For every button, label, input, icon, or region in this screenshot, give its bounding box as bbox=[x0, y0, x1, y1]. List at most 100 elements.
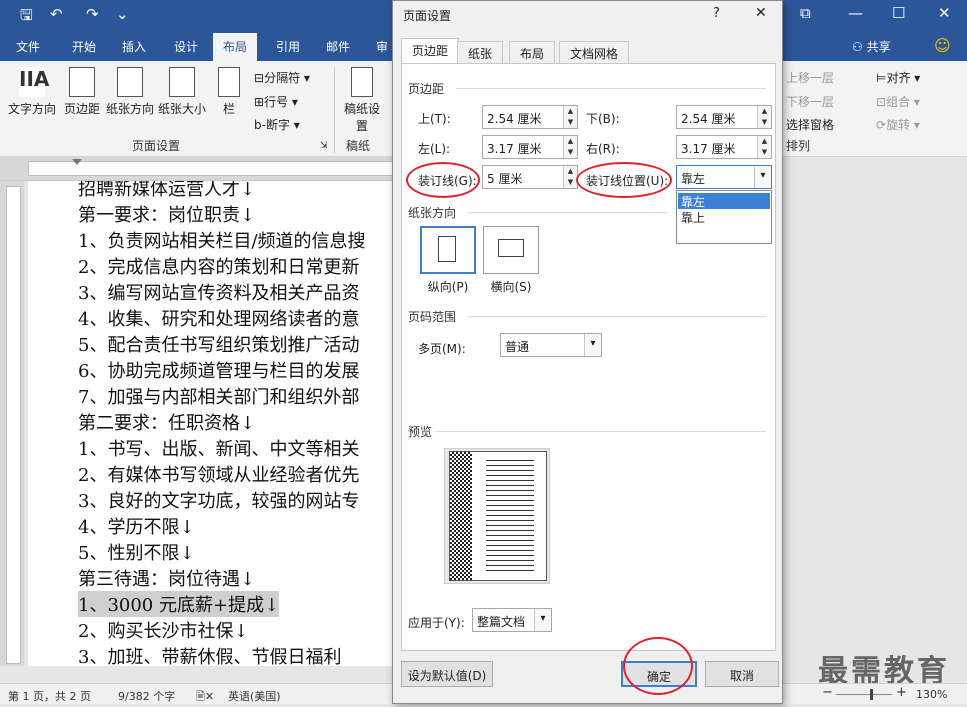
doc-line: 1、书写、出版、新闻、中文等相关 bbox=[78, 439, 360, 460]
set-default-button[interactable]: 设为默认值(D) bbox=[401, 661, 493, 687]
dialog-close-button[interactable]: ✕ bbox=[755, 5, 767, 21]
columns-button[interactable]: 栏 bbox=[214, 67, 244, 117]
redo-icon[interactable]: ↷ bbox=[86, 5, 99, 23]
top-label: 上(T): bbox=[418, 112, 451, 126]
proofing-icon[interactable]: 🗎✕ bbox=[196, 688, 214, 707]
tab-references[interactable]: 引用 bbox=[276, 38, 300, 55]
right-margin-input[interactable]: 3.17 厘米 ▲ ▼ bbox=[676, 135, 772, 159]
smiley-icon[interactable]: ☺ bbox=[934, 36, 951, 55]
align-button[interactable]: ⊨对齐 ▾ bbox=[876, 69, 920, 86]
apply-to-select[interactable]: 整篇文档 ▾ bbox=[472, 608, 552, 632]
vertical-ruler-track bbox=[6, 186, 21, 664]
gutter-pattern bbox=[450, 452, 472, 580]
workspace-background bbox=[780, 157, 967, 683]
top-margin-input[interactable]: 2.54 厘米 ▲ ▼ bbox=[482, 105, 578, 129]
text-direction-button[interactable]: IIA 文字方向 bbox=[6, 67, 58, 117]
breaks-button[interactable]: ⊟分隔符 ▾ bbox=[254, 69, 310, 86]
tab-margins[interactable]: 页边距 bbox=[401, 38, 460, 64]
tab-layout[interactable]: 布局 bbox=[213, 33, 258, 61]
page-count[interactable]: 第 1 页，共 2 页 bbox=[8, 688, 91, 704]
ruler-track bbox=[28, 161, 398, 176]
zoom-slider-thumb[interactable] bbox=[869, 689, 873, 700]
dropdown-option-top[interactable]: 靠上 bbox=[678, 209, 770, 225]
doc-line: 1、负责网站相关栏目/频道的信息搜 bbox=[78, 231, 366, 252]
maximize-button[interactable]: ☐ bbox=[892, 4, 905, 22]
tab-file[interactable]: 文件 bbox=[16, 38, 40, 55]
doc-line: 4、收集、研究和处理网络读者的意 bbox=[78, 309, 360, 330]
tab-design[interactable]: 设计 bbox=[174, 38, 198, 55]
rotate-icon: ⟳ bbox=[876, 118, 887, 132]
tab-home[interactable]: 开始 bbox=[72, 38, 96, 55]
group-button[interactable]: ⊡组合 ▾ bbox=[876, 93, 920, 110]
bring-forward-button[interactable]: 上移一层 bbox=[786, 69, 834, 86]
landscape-button[interactable]: 横向(S) bbox=[468, 226, 554, 308]
gutter-position-dropdown: 靠左 靠上 bbox=[676, 190, 772, 244]
send-backward-button[interactable]: 下移一层 bbox=[786, 93, 834, 110]
undo-icon[interactable]: ↶ bbox=[50, 5, 63, 23]
orientation-button[interactable]: 纸张方向 bbox=[104, 67, 156, 117]
spinner-arrows-icon[interactable]: ▲ ▼ bbox=[757, 106, 771, 128]
chevron-down-icon[interactable]: ▾ bbox=[534, 609, 551, 631]
selection-pane-button[interactable]: 选择窗格 bbox=[786, 116, 834, 133]
language[interactable]: 英语(美国) bbox=[228, 688, 281, 704]
tab-doc-grid[interactable]: 文档网格 bbox=[559, 41, 630, 63]
preview-box bbox=[444, 448, 550, 584]
left-margin-input[interactable]: 3.17 厘米 ▲ ▼ bbox=[482, 135, 578, 159]
preview-page bbox=[449, 451, 547, 581]
word-count[interactable]: 9/382 个字 bbox=[118, 688, 175, 704]
chevron-down-icon[interactable]: ▾ bbox=[584, 334, 601, 356]
spinner-arrows-icon[interactable]: ▲ ▼ bbox=[563, 106, 577, 128]
customize-icon[interactable]: ⌄ bbox=[116, 5, 129, 23]
gutter-position-select[interactable]: 靠左 ▾ bbox=[676, 165, 772, 189]
doc-line: 招聘新媒体运营人才↓ bbox=[78, 181, 256, 200]
multiple-pages-select[interactable]: 普通 ▾ bbox=[500, 333, 602, 357]
align-icon: ⊨ bbox=[876, 71, 887, 85]
dropdown-option-left[interactable]: 靠左 bbox=[678, 193, 770, 209]
spinner-arrows-icon[interactable]: ▲ ▼ bbox=[757, 136, 771, 158]
margins-panel: 页边距 上(T): 2.54 厘米 ▲ ▼ 下(B): 2.54 厘米 ▲ ▼ 左(L)… bbox=[401, 63, 776, 651]
size-button[interactable]: 纸张大小 bbox=[156, 67, 208, 117]
cancel-button[interactable]: 取消 bbox=[705, 661, 779, 687]
margins-button[interactable]: 页边距 bbox=[60, 67, 104, 117]
restore-icon[interactable]: ⧉ bbox=[800, 4, 811, 22]
gutter-input[interactable]: 5 厘米 ▲ ▼ bbox=[482, 165, 578, 189]
draft-setup-button[interactable]: 稿纸设置 bbox=[342, 67, 382, 134]
spinner-arrows-icon[interactable]: ▲ ▼ bbox=[563, 166, 577, 188]
group-draft-label: 稿纸 bbox=[346, 139, 371, 153]
doc-line: 6、协助完成频道管理与栏目的发展 bbox=[78, 361, 360, 382]
chevron-down-icon[interactable]: ▾ bbox=[754, 166, 771, 188]
section-preview: 预览 bbox=[408, 425, 433, 439]
indent-marker-icon[interactable] bbox=[72, 159, 82, 165]
save-icon[interactable]: 🖫 bbox=[20, 5, 33, 30]
doc-line: 3、编写网站宣传资料及相关产品资 bbox=[78, 283, 360, 304]
zoom-out-button[interactable]: − bbox=[822, 685, 833, 700]
hyphenation-button[interactable]: b‑断字 ▾ bbox=[254, 116, 300, 133]
rotate-button[interactable]: ⟳旋转 ▾ bbox=[876, 116, 920, 133]
tab-review[interactable]: 审 bbox=[376, 38, 388, 55]
spinner-arrows-icon[interactable]: ▲ ▼ bbox=[563, 136, 577, 158]
doc-line: 2、购买长沙市社保↓ bbox=[78, 621, 249, 642]
document-page[interactable]: 招聘新媒体运营人才↓ 第一要求：岗位职责↓ 1、负责网站相关栏目/频道的信息搜 … bbox=[28, 181, 398, 666]
orientation-icon bbox=[117, 67, 143, 97]
minimize-button[interactable]: — bbox=[848, 4, 863, 22]
bottom-margin-input[interactable]: 2.54 厘米 ▲ ▼ bbox=[676, 105, 772, 129]
help-button[interactable]: ? bbox=[713, 6, 720, 21]
doc-line: 4、学历不限↓ bbox=[78, 517, 195, 538]
tab-mailings[interactable]: 邮件 bbox=[326, 38, 350, 55]
line-numbers-button[interactable]: ⊞行号 ▾ bbox=[254, 93, 298, 110]
zoom-slider[interactable] bbox=[836, 694, 892, 695]
group-separator bbox=[334, 67, 335, 153]
tab-insert[interactable]: 插入 bbox=[122, 38, 146, 55]
zoom-level[interactable]: 130% bbox=[916, 688, 947, 701]
tab-paper[interactable]: 纸张 bbox=[457, 41, 504, 63]
share-button[interactable]: ⚇ 共享 bbox=[852, 38, 891, 55]
margins-icon bbox=[69, 67, 95, 97]
close-button[interactable]: ✕ bbox=[938, 4, 951, 22]
tab-layout-dlg[interactable]: 布局 bbox=[509, 41, 556, 63]
doc-line: 第二要求：任职资格↓ bbox=[78, 413, 256, 434]
left-label: 左(L): bbox=[418, 142, 451, 156]
columns-icon bbox=[218, 67, 240, 97]
dialog-launcher-icon[interactable]: ⇲ bbox=[320, 141, 328, 151]
hyphenation-icon: b‑ bbox=[254, 118, 266, 132]
zoom-in-button[interactable]: + bbox=[896, 685, 907, 700]
